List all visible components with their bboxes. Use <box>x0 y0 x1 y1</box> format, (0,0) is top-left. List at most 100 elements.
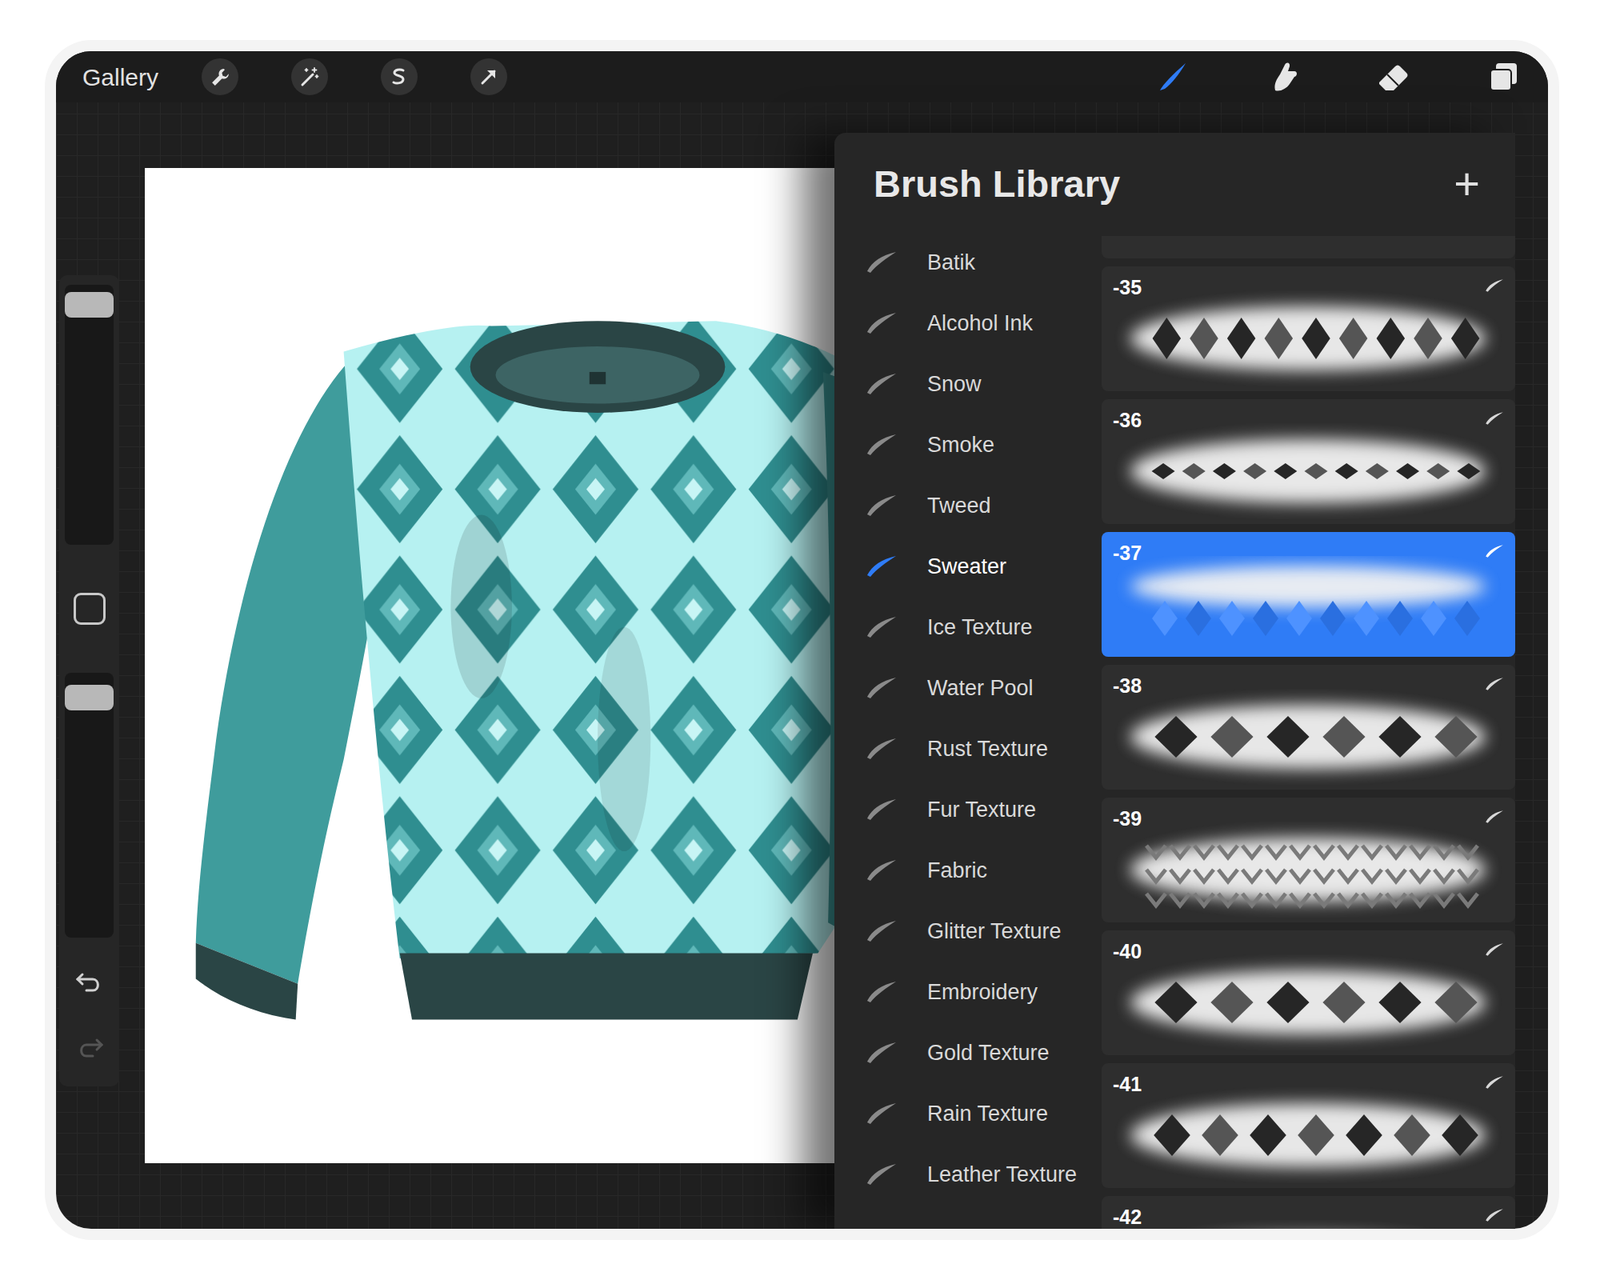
brush-stroke-icon <box>865 1040 898 1065</box>
brush-stroke-icon <box>865 858 898 883</box>
selection-button[interactable] <box>380 58 418 96</box>
category-label: Rain Texture <box>927 1097 1048 1131</box>
tool-group <box>1155 60 1520 94</box>
gallery-button[interactable]: Gallery <box>82 59 159 96</box>
opacity-slider[interactable] <box>64 672 114 938</box>
square-icon <box>73 592 106 625</box>
panel-body: Batik Alcohol Ink Snow Smoke Tweed Sweater Ice… <box>834 232 1516 1229</box>
category-label: Leather Texture <box>927 1158 1077 1192</box>
brush-stroke-icon <box>865 432 898 457</box>
brush-tile[interactable]: -42 <box>1101 1196 1516 1229</box>
category-label: Sweater <box>927 550 1007 584</box>
category-item[interactable]: Snow <box>865 353 1102 415</box>
wrench-button[interactable] <box>201 58 239 96</box>
brush-preview <box>1114 821 1503 918</box>
brush-size-slider[interactable] <box>64 284 114 545</box>
brush-icon <box>1155 60 1189 94</box>
category-label: Glitter Texture <box>927 915 1062 948</box>
brush-stroke-icon <box>1484 543 1504 560</box>
category-item[interactable]: Rust Texture <box>865 718 1102 780</box>
brush-label: -39 <box>1112 804 1142 835</box>
brush-library-panel: Brush Library + Batik Alcohol Ink Snow Smoke… <box>834 132 1516 1229</box>
modify-button[interactable] <box>73 544 106 673</box>
category-item[interactable]: Alcohol Ink <box>865 292 1102 354</box>
brush-tool[interactable] <box>1155 60 1189 94</box>
category-label: Alcohol Ink <box>927 307 1033 340</box>
redo-button[interactable] <box>75 1033 104 1063</box>
brush-tile[interactable]: -36 <box>1101 399 1516 524</box>
transform-button[interactable] <box>470 58 508 96</box>
category-label: Smoke <box>927 428 995 462</box>
category-item[interactable]: Water Pool <box>865 657 1102 719</box>
brush-preview <box>1114 423 1503 520</box>
brush-stroke-icon <box>865 919 898 944</box>
undo-button[interactable] <box>75 968 104 997</box>
history-controls <box>75 968 104 1063</box>
brush-label: -40 <box>1112 936 1142 968</box>
category-item[interactable]: Ice Texture <box>865 596 1102 658</box>
magic-button[interactable] <box>291 58 328 96</box>
category-item[interactable]: Smoke <box>865 414 1102 476</box>
brush-size-slider-thumb[interactable] <box>64 292 114 318</box>
ipad-screen: Gallery <box>56 51 1548 1229</box>
category-label: Ice Texture <box>927 611 1033 644</box>
opacity-slider-thumb[interactable] <box>64 684 114 711</box>
brush-stroke-icon <box>1484 277 1504 294</box>
layers-tool[interactable] <box>1486 60 1520 94</box>
category-item[interactable]: Fur Texture <box>865 779 1102 840</box>
smudge-tool[interactable] <box>1265 60 1300 94</box>
brush-stroke-icon <box>865 372 898 396</box>
brush-stroke-icon <box>865 311 898 336</box>
brush-tile[interactable]: -37 <box>1101 532 1516 657</box>
brush-label: -35 <box>1112 272 1142 304</box>
brush-stroke-icon <box>865 676 898 700</box>
category-label: Embroidery <box>927 976 1038 1009</box>
redo-icon <box>75 1033 104 1063</box>
category-label: Fabric <box>927 854 988 888</box>
brush-tile[interactable]: -38 <box>1101 664 1516 790</box>
brush-stroke-icon <box>865 1162 898 1187</box>
brush-stroke-icon <box>865 1101 898 1126</box>
category-item[interactable]: Sweater <box>865 536 1102 597</box>
category-item[interactable]: Leather Texture <box>865 1144 1102 1205</box>
brush-stroke-icon <box>865 980 898 1004</box>
brush-preview <box>1114 1087 1503 1184</box>
panel-title: Brush Library <box>873 161 1120 207</box>
add-brush-button[interactable]: + <box>1450 161 1484 207</box>
brush-tile[interactable]: -35 <box>1101 266 1516 392</box>
brush-tile[interactable]: -40 <box>1101 930 1516 1056</box>
brush-tile[interactable]: -41 <box>1101 1063 1516 1188</box>
layers-icon <box>1486 60 1520 94</box>
category-item[interactable]: Batik <box>865 232 1102 293</box>
smudge-icon <box>1265 60 1300 94</box>
brush-label: -42 <box>1112 1202 1142 1229</box>
brush-stroke-icon <box>1484 1074 1504 1091</box>
brush-stroke-icon <box>865 797 898 822</box>
brush-label: -37 <box>1112 538 1142 569</box>
magic-icon <box>299 66 320 88</box>
category-item[interactable]: Fabric <box>865 840 1102 901</box>
category-item[interactable]: Gold Texture <box>865 1022 1102 1084</box>
category-label: Gold Texture <box>927 1036 1050 1070</box>
category-label: Batik <box>927 246 976 280</box>
top-toolbar: Gallery <box>56 51 1548 103</box>
brush-stroke-icon <box>1484 676 1504 692</box>
brush-label: -38 <box>1112 671 1142 702</box>
panel-header: Brush Library + <box>834 132 1516 232</box>
category-label: Fur Texture <box>927 793 1036 827</box>
category-item[interactable]: Glitter Texture <box>865 900 1102 962</box>
brush-label: -36 <box>1112 405 1142 436</box>
brush-stroke-icon <box>1484 410 1504 427</box>
brush-label: -41 <box>1112 1069 1142 1100</box>
eraser-tool[interactable] <box>1376 60 1410 94</box>
brush-preview <box>1114 1220 1503 1229</box>
undo-icon <box>75 968 104 997</box>
brush-stroke-icon <box>865 493 898 518</box>
category-item[interactable]: Embroidery <box>865 961 1102 1023</box>
brush-tile[interactable]: -39 <box>1101 797 1516 923</box>
brush-stroke-icon <box>865 554 898 579</box>
brush-tile-cut[interactable] <box>1101 236 1516 259</box>
category-item[interactable]: Tweed <box>865 475 1102 536</box>
category-item[interactable]: Rain Texture <box>865 1083 1102 1144</box>
drawing-canvas[interactable] <box>144 168 865 1164</box>
